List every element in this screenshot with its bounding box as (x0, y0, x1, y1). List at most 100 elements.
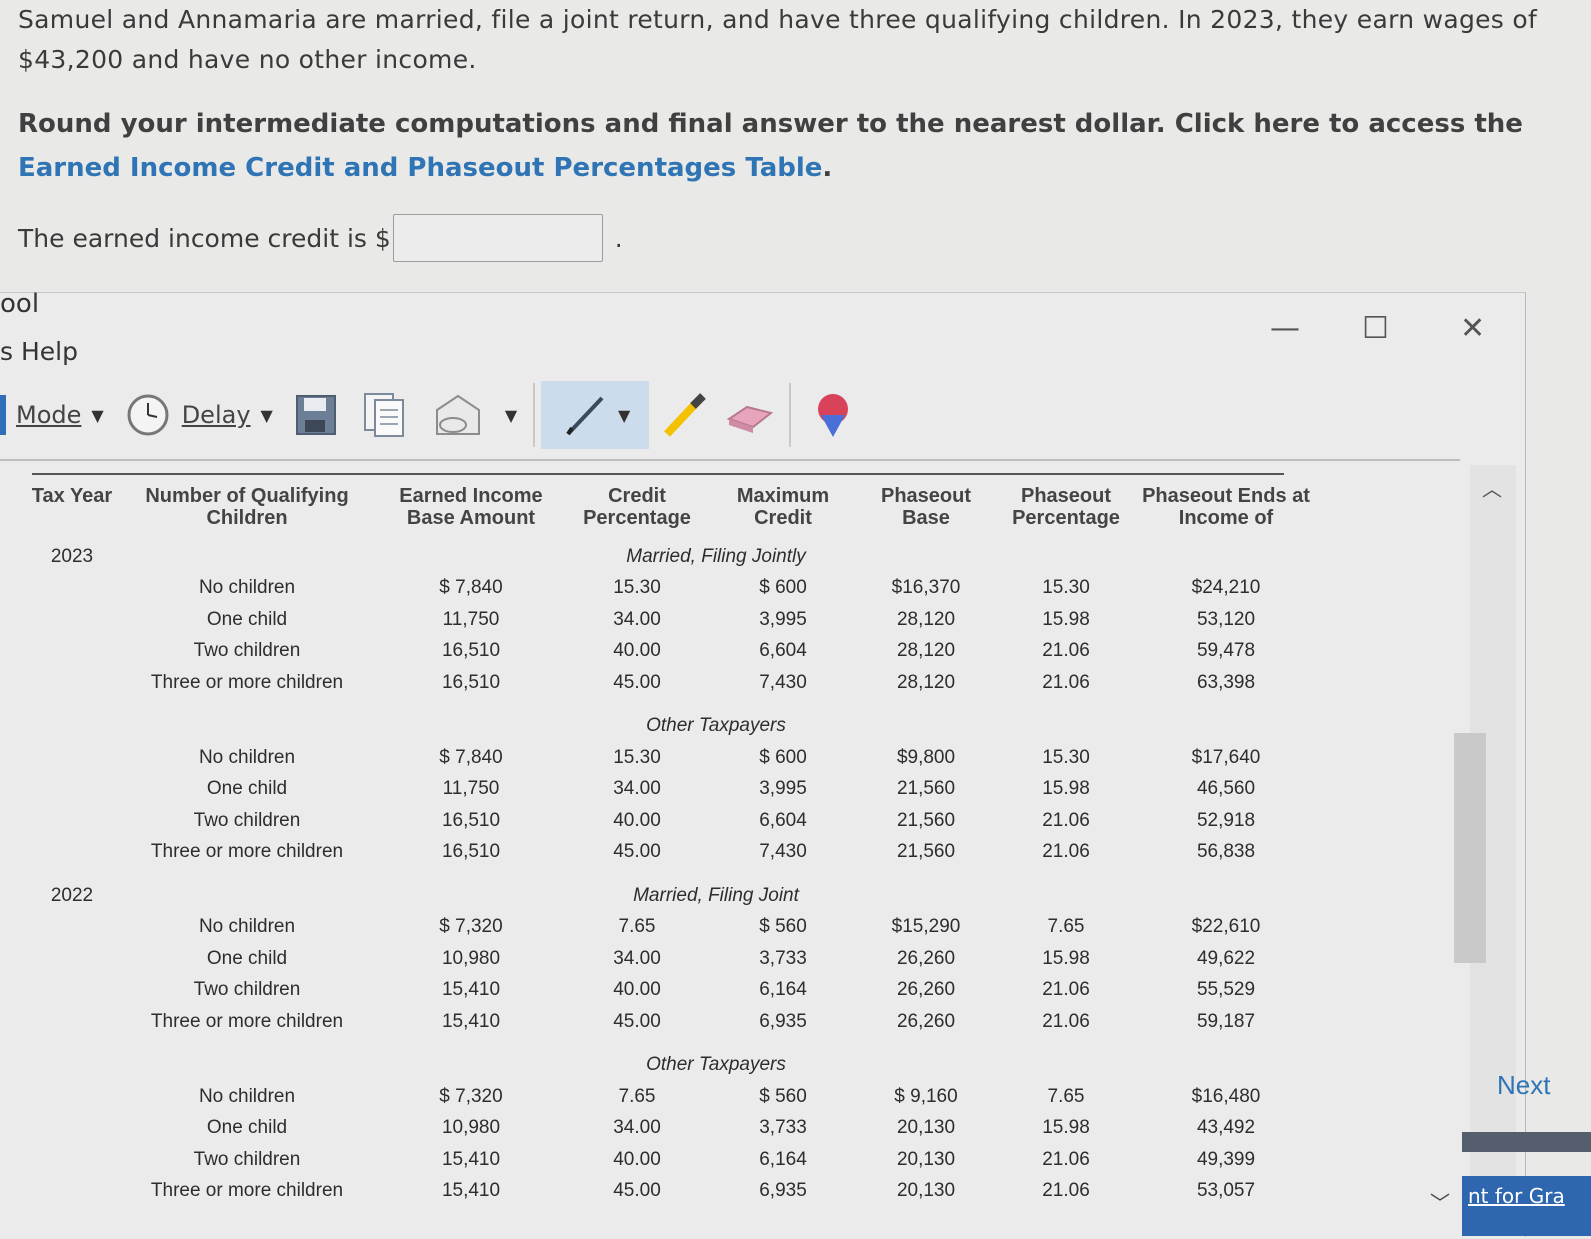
table-body: 2023 Married, Filing Jointly No children $ … (28, 541, 1316, 1207)
toolbar-divider (789, 383, 792, 447)
cell-pb: $16,370 (891, 577, 961, 599)
cell-pb: 20,130 (896, 1180, 956, 1202)
close-button[interactable]: ✕ (1460, 311, 1485, 346)
color-picker-button[interactable] (813, 391, 853, 439)
question-text: Samuel and Annamaria are married, file a… (18, 5, 1538, 74)
cell-pp: 7.65 (1047, 916, 1085, 938)
cell-kids: Three or more children (150, 1010, 344, 1032)
cell-pct: 40.00 (613, 640, 661, 662)
cell-pp: 15.98 (1042, 608, 1090, 630)
cell-pp: 15.98 (1042, 947, 1090, 969)
eic-table-link[interactable]: Earned Income Credit and Phaseout Percen… (18, 153, 822, 183)
maximize-button[interactable]: ☐ (1362, 311, 1389, 346)
section-spacer (28, 868, 1316, 880)
delay-dropdown[interactable]: Delay ▼ (126, 393, 273, 437)
minimize-button[interactable]: — (1270, 311, 1300, 346)
table-row: Three or more children 15,410 45.00 6,935 20… (28, 1176, 1316, 1208)
cell-base: 15,410 (441, 1148, 501, 1170)
cell-pb: 20,130 (896, 1117, 956, 1139)
cell-base: $ 7,840 (439, 577, 503, 599)
cell-pp: 21.06 (1042, 1180, 1090, 1202)
cell-pb: 28,120 (896, 608, 956, 630)
scroll-down-icon[interactable]: ﹀ (1430, 1187, 1450, 1216)
cell-pp: 21.06 (1042, 841, 1090, 863)
table-row: One child 11,750 34.00 3,995 21,560 15.98 46,5… (28, 774, 1316, 806)
table-row: Three or more children 16,510 45.00 7,430 28… (28, 667, 1316, 699)
cell-pct: 34.00 (613, 947, 661, 969)
cell-max: 6,164 (759, 1148, 807, 1170)
scroll-thumb[interactable] (1454, 733, 1486, 963)
next-button[interactable]: Next (1497, 1070, 1550, 1101)
cell-pct: 7.65 (618, 916, 656, 938)
copy-button[interactable] (363, 392, 407, 438)
cell-pb: 20,130 (896, 1148, 956, 1170)
menu-help[interactable]: s Help (0, 337, 78, 366)
cell-max: 3,995 (759, 608, 807, 630)
copy-icon (363, 393, 404, 437)
tax-year-cell (28, 1050, 116, 1082)
cell-max: 7,430 (759, 841, 807, 863)
cell-pb: $ 9,160 (894, 1085, 958, 1107)
cell-pct: 45.00 (613, 841, 661, 863)
cell-pct: 45.00 (613, 1010, 661, 1032)
cell-end: 53,057 (1196, 1180, 1256, 1202)
save-icon (295, 395, 336, 435)
empty-cell (28, 912, 116, 944)
cell-pp: 21.06 (1042, 809, 1090, 831)
pen-dropdown[interactable]: ▼ (541, 381, 650, 449)
cell-pct: 40.00 (613, 979, 661, 1001)
cell-kids: One child (206, 778, 288, 800)
empty-cell (28, 1113, 116, 1145)
earned-income-credit-input[interactable] (392, 214, 603, 262)
cell-max: $ 600 (759, 577, 807, 599)
cell-base: 10,980 (441, 1117, 501, 1139)
table-row: No children $ 7,840 15.30 $ 600 $16,370 15.30… (28, 573, 1316, 605)
answer-label: The earned income credit is $ (18, 223, 391, 253)
cell-base: $ 7,320 (439, 916, 503, 938)
filing-status-label: Married, Filing Jointly (626, 545, 806, 567)
highlighter-button[interactable] (659, 390, 709, 440)
eraser-button[interactable] (725, 395, 775, 435)
chevron-down-icon: ▼ (260, 405, 273, 425)
cell-kids: Two children (193, 809, 301, 831)
cell-kids: One child (206, 947, 288, 969)
cell-pct: 7.65 (618, 1085, 656, 1107)
cell-max: 6,604 (759, 809, 807, 831)
table-row: Two children 15,410 40.00 6,164 26,260 21.06 5… (28, 975, 1316, 1007)
spacer-cell (28, 1038, 1316, 1050)
cell-base: 16,510 (441, 640, 501, 662)
cell-end: 53,120 (1196, 608, 1256, 630)
table-row: No children $ 7,840 15.30 $ 600 $9,800 15.30 $… (28, 742, 1316, 774)
toolbar-divider (533, 383, 536, 447)
chevron-down-icon: ▼ (91, 405, 104, 425)
cell-pp: 21.06 (1042, 640, 1090, 662)
group-row: 2023 Married, Filing Jointly (28, 541, 1316, 573)
cell-pp: 21.06 (1042, 1010, 1090, 1032)
question-instruction: Round your intermediate computations and… (18, 109, 1523, 183)
cell-base: 15,410 (441, 1180, 501, 1202)
clock-icon (127, 394, 169, 436)
scroll-up-icon[interactable]: ︿ (1482, 473, 1502, 502)
vertical-scrollbar[interactable]: ︿ ﹀ (1430, 465, 1516, 1235)
cell-kids: Two children (193, 1148, 301, 1170)
cell-kids: Three or more children (150, 1180, 344, 1202)
snipping-tool-window: ool — ☐ ✕ s Help Mode ▼ Delay ▼ ▼ ▼ Tax … (0, 289, 1526, 1239)
cell-max: 3,733 (759, 1117, 807, 1139)
empty-cell (28, 1081, 116, 1113)
send-snip-dropdown[interactable]: ▼ (433, 392, 517, 438)
table-row: No children $ 7,320 7.65 $ 560 $15,290 7.65 $2… (28, 912, 1316, 944)
bottom-link[interactable]: nt for Gra (1462, 1176, 1591, 1236)
empty-cell (28, 636, 116, 668)
pen-icon (566, 396, 604, 436)
header-earned-income-base: Earned Income Base Amount (399, 485, 543, 529)
table-row: Two children 16,510 40.00 6,604 21,560 21.06 5… (28, 805, 1316, 837)
empty-cell (28, 1006, 116, 1038)
eraser-icon (726, 405, 774, 433)
save-button[interactable] (295, 394, 337, 436)
cell-base: $ 7,840 (439, 746, 503, 768)
cell-pb: 21,560 (896, 841, 956, 863)
cell-base: 11,750 (442, 608, 500, 630)
mode-dropdown[interactable]: Mode ▼ (0, 395, 104, 435)
table-row: Three or more children 16,510 45.00 7,430 21… (28, 837, 1316, 869)
cell-end: $24,210 (1191, 577, 1261, 599)
